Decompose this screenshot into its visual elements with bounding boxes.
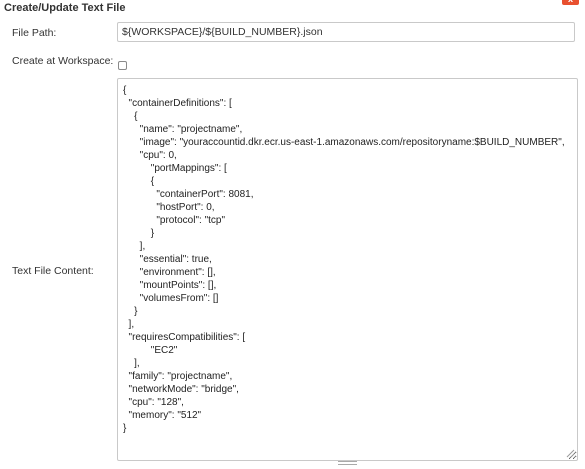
resize-grip-icon[interactable] [566, 449, 575, 458]
file-path-input[interactable] [117, 22, 575, 42]
create-at-workspace-label: Create at Workspace: [12, 55, 114, 67]
text-file-content-textarea[interactable]: { "containerDefinitions": [ { "name": "p… [117, 78, 578, 461]
close-icon[interactable]: x [562, 0, 579, 5]
text-file-content-label: Text File Content: [12, 265, 94, 277]
drag-handle-icon[interactable] [338, 461, 357, 465]
file-path-label: File Path: [12, 27, 57, 39]
create-at-workspace-checkbox[interactable] [118, 61, 127, 70]
section-title: Create/Update Text File [4, 2, 126, 14]
